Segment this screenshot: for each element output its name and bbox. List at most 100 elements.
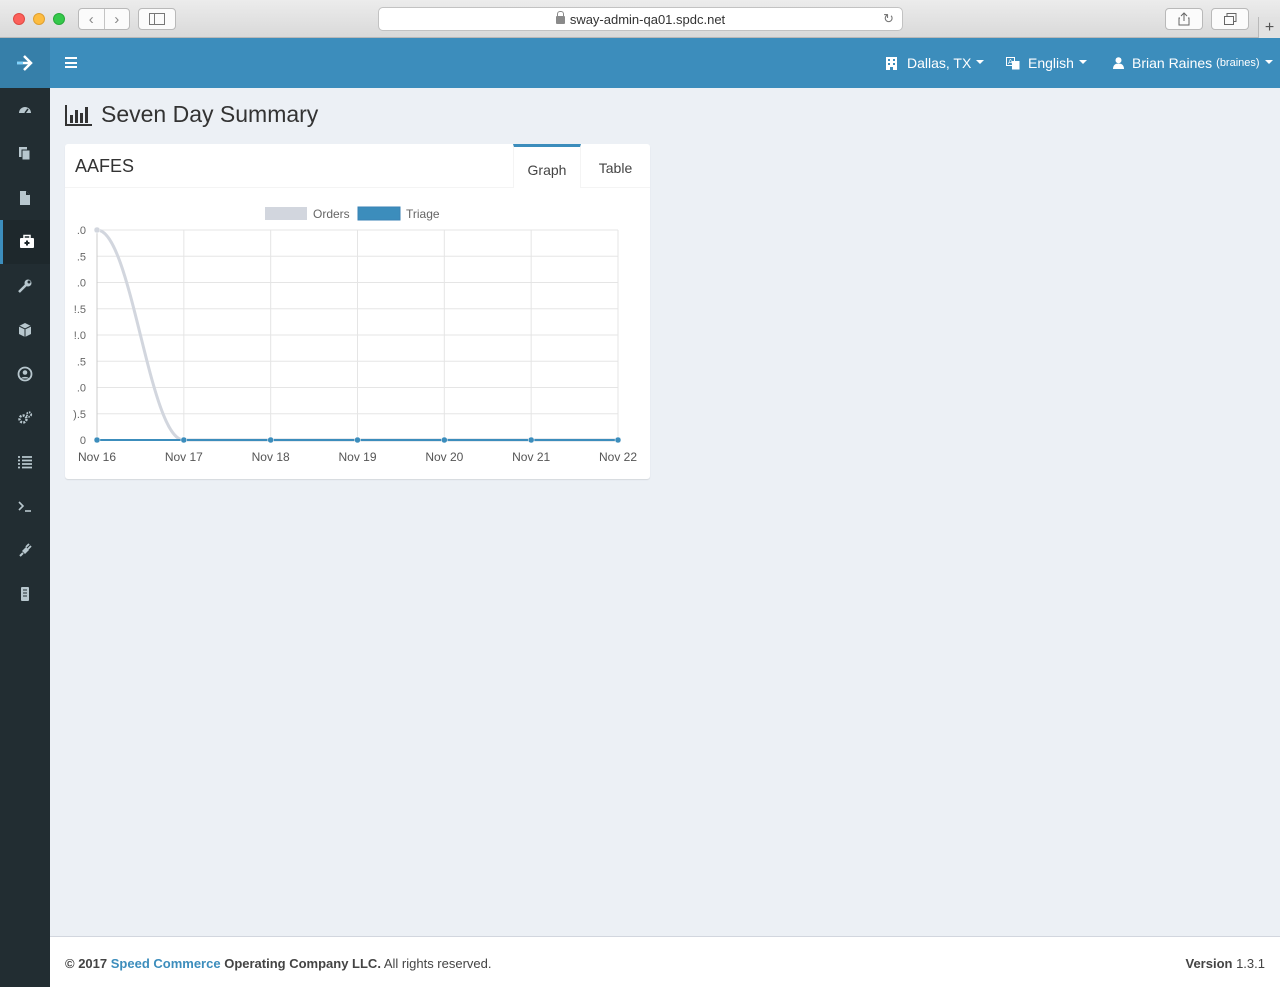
share-icon[interactable]	[1165, 8, 1203, 30]
menu-toggle-icon[interactable]	[65, 57, 77, 68]
location-label: Dallas, TX	[907, 55, 972, 71]
version-info: Version 1.3.1	[1185, 956, 1265, 971]
sidebar-item-server[interactable]	[0, 572, 50, 616]
y-tick-label: !.5	[74, 304, 86, 316]
sidebar-toggle-icon[interactable]	[138, 8, 176, 30]
sidebar-item-files[interactable]	[0, 132, 50, 176]
location-dropdown[interactable]: Dallas, TX	[886, 38, 985, 88]
cube-icon	[18, 323, 32, 337]
rights-text: All rights reserved.	[383, 956, 492, 971]
main-sidebar	[0, 38, 50, 987]
sidebar-item-list[interactable]	[0, 440, 50, 484]
data-point-triage	[441, 436, 448, 444]
chevron-down-icon	[976, 60, 985, 64]
list-icon	[18, 456, 32, 469]
bar-chart-icon	[65, 104, 92, 126]
data-point-triage	[93, 436, 101, 444]
terminal-icon	[18, 501, 31, 512]
summary-box: AAFES Graph Table 0 ).5 .0 .5 !.0 !.5 .0 .5 .0 No…	[65, 144, 650, 479]
x-tick-label: Nov 17	[165, 450, 203, 464]
box-title: AAFES	[75, 156, 135, 176]
legend-label: Orders	[313, 207, 350, 221]
sidebar-item-plug[interactable]	[0, 528, 50, 572]
tab-graph[interactable]: Graph	[513, 144, 581, 188]
copyright-year: © 2017	[65, 956, 108, 971]
chevron-down-icon	[1078, 60, 1087, 64]
tab-table[interactable]: Table	[581, 144, 650, 188]
sidebar-item-user-circle[interactable]	[0, 352, 50, 396]
legend-label: Triage	[406, 207, 440, 221]
x-tick-label: Nov 18	[252, 450, 290, 464]
sidebar-item-dashboard[interactable]	[0, 88, 50, 132]
language-label: English	[1028, 55, 1074, 71]
reload-icon[interactable]: ↻	[883, 11, 894, 27]
user-circle-icon	[17, 366, 33, 382]
wrench-icon	[18, 279, 32, 293]
history-nav: ‹ ›	[78, 8, 130, 30]
server-icon	[21, 587, 29, 601]
back-icon[interactable]: ‹	[79, 9, 105, 29]
x-tick-label: Nov 22	[599, 450, 637, 464]
x-tick-label: Nov 19	[338, 450, 376, 464]
logo-arrow-icon	[17, 55, 33, 71]
files-icon	[19, 147, 31, 161]
x-tick-label: Nov 20	[425, 450, 463, 464]
building-icon	[886, 56, 897, 70]
x-tick-label: Nov 16	[78, 450, 116, 464]
box-header: AAFES Graph Table	[65, 144, 650, 188]
data-point-orders	[93, 226, 101, 234]
plug-icon	[19, 543, 32, 557]
sidebar-item-terminal[interactable]	[0, 484, 50, 528]
y-tick-label: .5	[77, 356, 86, 368]
address-bar[interactable]: sway-admin-qa01.spdc.net ↻	[378, 7, 903, 31]
y-tick-label: .5	[77, 251, 86, 263]
x-tick-label: Nov 21	[512, 450, 550, 464]
sidebar-item-wrench[interactable]	[0, 264, 50, 308]
seven-day-line-chart: 0 ).5 .0 .5 !.0 !.5 .0 .5 .0 Nov 16 Nov 17 Nov 18 No…	[73, 206, 637, 464]
user-icon	[1113, 57, 1124, 69]
medkit-icon	[19, 234, 34, 248]
company-name-rest: Operating Company LLC.	[224, 956, 381, 971]
maximize-window-button[interactable]	[53, 13, 65, 25]
cogs-icon	[18, 411, 33, 424]
y-tick-label: .0	[77, 383, 86, 395]
user-handle: (braines)	[1216, 57, 1260, 69]
sidebar-item-cube[interactable]	[0, 308, 50, 352]
show-tabs-icon[interactable]	[1211, 8, 1249, 30]
company-link[interactable]: Speed Commerce	[111, 956, 221, 971]
page-title-text: Seven Day Summary	[101, 101, 319, 127]
legend-swatch	[265, 207, 307, 220]
close-window-button[interactable]	[13, 13, 25, 25]
sidebar-item-file[interactable]	[0, 176, 50, 220]
brand-logo[interactable]	[0, 38, 50, 88]
user-dropdown[interactable]: Brian Raines (braines)	[1113, 38, 1273, 88]
main-footer: © 2017 Speed Commerce Operating Company …	[50, 936, 1280, 987]
data-point-triage	[527, 436, 535, 444]
y-tick-label: .0	[77, 278, 86, 290]
lock-icon	[555, 11, 565, 24]
legend-swatch	[357, 206, 401, 221]
copyright-text: © 2017 Speed Commerce Operating Company …	[65, 956, 492, 971]
url-text: sway-admin-qa01.spdc.net	[569, 11, 726, 27]
file-icon	[20, 191, 30, 205]
language-icon: A	[1006, 56, 1020, 69]
minimize-window-button[interactable]	[33, 13, 45, 25]
y-tick-label: 0	[80, 435, 86, 447]
browser-chrome: ‹ › sway-admin-qa01.spdc.net ↻ +	[0, 0, 1280, 38]
forward-icon[interactable]: ›	[105, 9, 130, 29]
version-value: 1.3.1	[1236, 956, 1265, 971]
data-point-triage	[614, 436, 622, 444]
sidebar-item-medkit[interactable]	[0, 220, 50, 264]
dashboard-icon	[19, 107, 31, 114]
language-dropdown[interactable]: A English	[1006, 38, 1087, 88]
new-tab-icon[interactable]: +	[1258, 17, 1280, 38]
y-tick-label: ).5	[73, 409, 86, 421]
user-name: Brian Raines	[1132, 55, 1213, 71]
y-tick-label: .0	[77, 225, 86, 237]
y-tick-label: !.0	[74, 330, 86, 342]
sidebar-item-cogs[interactable]	[0, 396, 50, 440]
top-navbar: Dallas, TX A English Brian Raines (brain…	[50, 38, 1280, 88]
data-point-triage	[180, 436, 188, 444]
data-point-triage	[354, 436, 361, 444]
page-title: Seven Day Summary	[65, 101, 318, 128]
